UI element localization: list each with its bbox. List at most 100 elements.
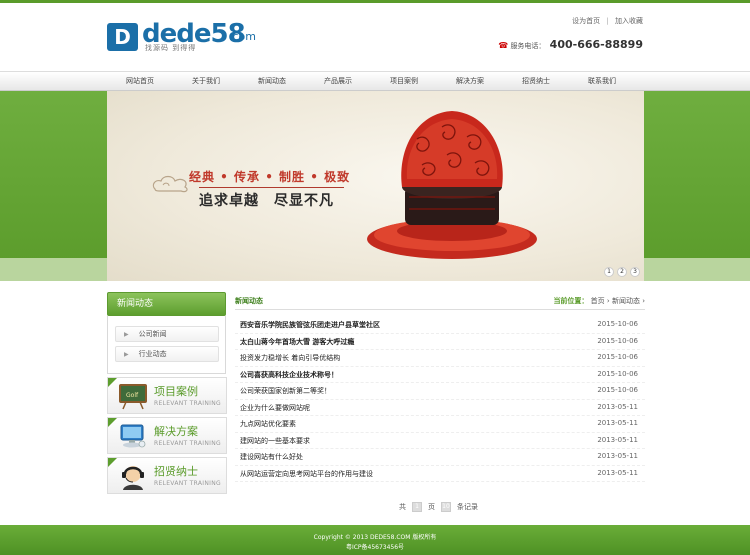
news-title-link[interactable]: 太白山蒋今年首场大雪 游客大呼过瘾: [240, 337, 354, 347]
site-header: D dede58 .com 找源码 到得得 设为首页 | 加入收藏 ☎ 服务电话…: [0, 3, 750, 71]
page-count[interactable]: 1: [412, 502, 422, 512]
banner-dot[interactable]: 3: [630, 267, 640, 277]
link-divider: |: [606, 17, 609, 25]
news-date: 2013-05-11: [597, 452, 638, 460]
nav-item-products[interactable]: 产品展示: [305, 72, 371, 91]
list-item[interactable]: 建设网站有什么好处 2013-05-11: [235, 449, 645, 466]
list-item[interactable]: 西安音乐学院民族管弦乐团走进户县草堂社区 2015-10-06: [235, 317, 645, 334]
copyright-text: Copyright © 2013 DEDE58.COM 版权所有: [313, 534, 437, 541]
add-favorite-link[interactable]: 加入收藏: [615, 17, 643, 25]
sidebar-title: 新闻动态: [107, 292, 226, 316]
chalkboard-icon: Golf: [119, 384, 147, 410]
nav-item-news[interactable]: 新闻动态: [239, 72, 305, 91]
news-date: 2015-10-06: [597, 353, 638, 361]
news-date: 2015-10-06: [597, 320, 638, 328]
banner-dot[interactable]: 2: [617, 267, 627, 277]
breadcrumb-label: 当前位置：: [553, 297, 589, 305]
sidebar-item-industry-news[interactable]: ▶ 行业动态: [115, 346, 219, 362]
phone-icon: ☎: [498, 41, 509, 50]
corner-accent: [108, 418, 117, 427]
news-title-link[interactable]: 企业为什么要做网站呢: [240, 403, 310, 413]
site-footer: Copyright © 2013 DEDE58.COM 版权所有 粤ICP备45…: [0, 525, 750, 555]
hotline-number: 400-666-88899: [549, 38, 643, 51]
banner-slogan: 经典 • 传承 • 制胜 • 极致: [189, 170, 351, 184]
sidebar-item-label: 行业动态: [138, 350, 167, 358]
banner-divider: [199, 187, 344, 188]
panel-title: 新闻动态: [235, 297, 263, 305]
news-title-link[interactable]: 建设网站有什么好处: [240, 452, 303, 462]
logo-tagline: 找源码 到得得: [145, 44, 197, 52]
logo-mark: D: [107, 23, 138, 51]
sidebar-links: ▶ 公司新闻 ▶ 行业动态: [107, 316, 226, 374]
lacquer-box-illustration: [367, 111, 537, 259]
sidebar: 新闻动态 ▶ 公司新闻 ▶ 行业动态 Golf 项目案例 RELEVANT TRAI…: [107, 292, 227, 494]
pager-pages-suffix: 页: [428, 503, 435, 511]
top-links: 设为首页 | 加入收藏: [568, 16, 643, 26]
pager-prefix: 共: [399, 503, 406, 511]
nav-item-about[interactable]: 关于我们: [173, 72, 239, 91]
banner-pager: 1 2 3: [601, 267, 640, 277]
sidebar-item-label: 公司新闻: [138, 330, 167, 338]
list-item[interactable]: 建网站的一些基本要求 2013-05-11: [235, 433, 645, 449]
site-logo[interactable]: D dede58 .com 找源码 到得得: [107, 19, 267, 55]
record-count: 10: [441, 502, 451, 512]
cloud-motif-icon: [152, 175, 188, 193]
promo-title: 招贤纳士: [154, 465, 198, 478]
list-item[interactable]: 公司荣获国家创新第二等奖！ 2015-10-06: [235, 383, 645, 400]
logo-domain: .com: [229, 30, 256, 43]
news-list: 西安音乐学院民族管弦乐团走进户县草堂社区 2015-10-06 太白山蒋今年首场大雪…: [235, 317, 645, 482]
promo-careers[interactable]: 招贤纳士 RELEVANT TRAINING: [107, 457, 227, 494]
news-date: 2013-05-11: [597, 435, 638, 444]
promo-subtitle: RELEVANT TRAINING: [154, 400, 221, 407]
news-title-link[interactable]: 公司喜获高科技企业技术称号！: [240, 370, 338, 380]
nav-item-careers[interactable]: 招贤纳士: [503, 72, 569, 91]
pager-records-suffix: 条记录: [457, 503, 478, 511]
main-nav: 网站首页 关于我们 新闻动态 产品展示 项目案例 解决方案 招贤纳士 联系我们: [0, 71, 750, 91]
icp-license[interactable]: 粤ICP备45673456号: [0, 542, 750, 551]
news-date: 2013-05-11: [597, 468, 638, 477]
chevron-right-icon: ›: [606, 297, 610, 305]
list-item[interactable]: 太白山蒋今年首场大雪 游客大呼过瘾 2015-10-06: [235, 334, 645, 350]
promo-subtitle: RELEVANT TRAINING: [154, 440, 221, 447]
hero-banner[interactable]: 经典 • 传承 • 制胜 • 极致 追求卓越 尽显不凡 1 2 3: [107, 91, 644, 281]
corner-accent: [108, 378, 117, 387]
promo-cases[interactable]: Golf 项目案例 RELEVANT TRAINING: [107, 377, 227, 414]
support-agent-icon: [122, 466, 144, 490]
hotline: ☎ 服务电话： 400-666-88899: [498, 38, 643, 51]
set-homepage-link[interactable]: 设为首页: [572, 17, 600, 25]
list-item[interactable]: 企业为什么要做网站呢 2013-05-11: [235, 400, 645, 416]
breadcrumb: 当前位置： 首页 › 新闻动态 ›: [553, 296, 645, 306]
banner-dot[interactable]: 1: [604, 267, 614, 277]
arrow-right-icon: ▶: [124, 331, 129, 338]
nav-item-contact[interactable]: 联系我们: [569, 72, 635, 91]
breadcrumb-current[interactable]: 新闻动态: [612, 297, 640, 305]
news-title-link[interactable]: 投资发力稳增长 着向引导优结构: [240, 353, 340, 363]
news-title-link[interactable]: 西安音乐学院民族管弦乐团走进户县草堂社区: [240, 320, 380, 330]
breadcrumb-home[interactable]: 首页: [591, 297, 605, 305]
news-title-link[interactable]: 公司荣获国家创新第二等奖！: [240, 386, 331, 396]
news-title-link[interactable]: 九点网站优化要素: [240, 419, 296, 429]
news-date: 2013-05-11: [597, 402, 638, 411]
computer-icon: [120, 424, 146, 448]
list-item[interactable]: 从网站运营定向思考网站平台的作用与建设 2013-05-11: [235, 466, 645, 482]
promo-subtitle: RELEVANT TRAINING: [154, 480, 221, 487]
panel-header: 新闻动态 当前位置： 首页 › 新闻动态 ›: [235, 292, 645, 310]
list-item[interactable]: 投资发力稳增长 着向引导优结构 2015-10-06: [235, 350, 645, 367]
banner-headline: 追求卓越 尽显不凡: [199, 193, 334, 209]
list-item[interactable]: 公司喜获高科技企业技术称号！ 2015-10-06: [235, 367, 645, 383]
nav-item-cases[interactable]: 项目案例: [371, 72, 437, 91]
news-title-link[interactable]: 从网站运营定向思考网站平台的作用与建设: [240, 469, 373, 479]
news-date: 2013-05-11: [597, 419, 638, 427]
news-date: 2015-10-06: [597, 336, 638, 345]
list-item[interactable]: 九点网站优化要素 2013-05-11: [235, 416, 645, 433]
news-date: 2015-10-06: [597, 369, 638, 378]
news-title-link[interactable]: 建网站的一些基本要求: [240, 436, 310, 446]
svg-text:Golf: Golf: [126, 392, 139, 399]
nav-item-solutions[interactable]: 解决方案: [437, 72, 503, 91]
nav-item-home[interactable]: 网站首页: [107, 72, 173, 91]
arrow-right-icon: ▶: [124, 351, 129, 358]
sidebar-item-company-news[interactable]: ▶ 公司新闻: [115, 326, 219, 342]
promo-solutions[interactable]: 解决方案 RELEVANT TRAINING: [107, 417, 227, 454]
corner-accent: [108, 458, 117, 467]
hotline-label: 服务电话：: [510, 42, 546, 50]
